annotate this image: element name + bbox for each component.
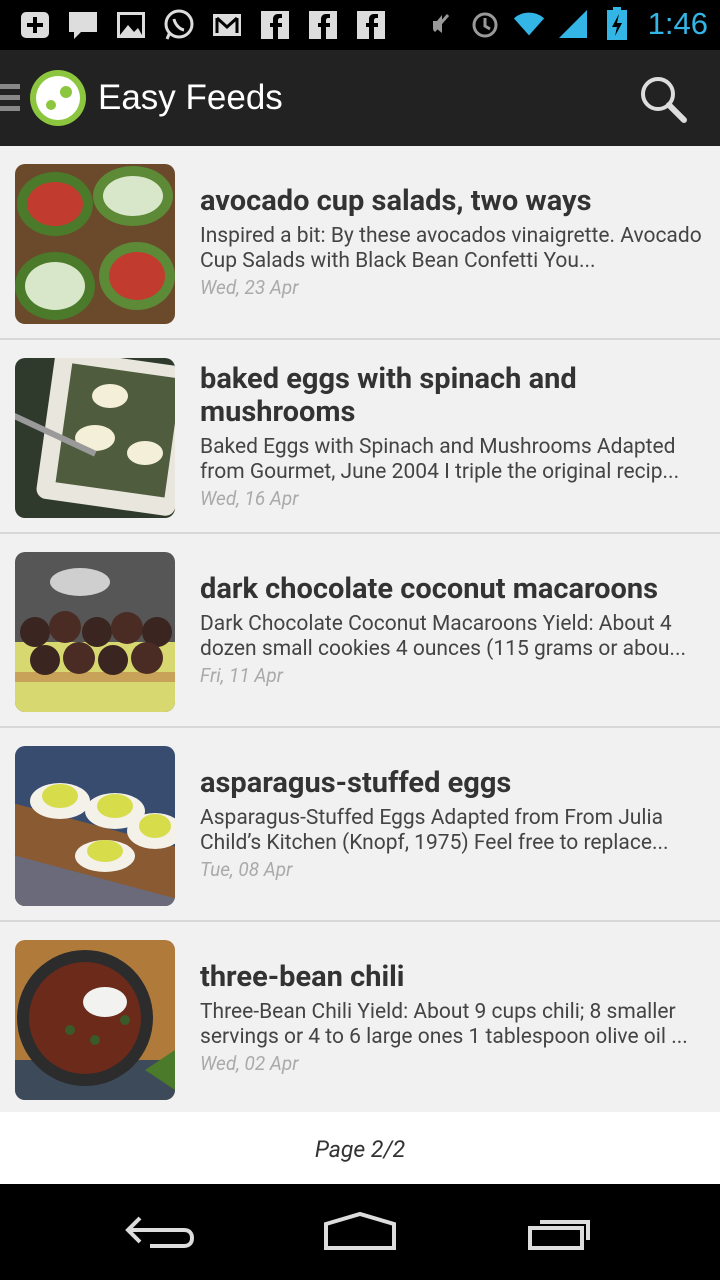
recent-apps-icon	[528, 1220, 590, 1250]
alarm-icon	[468, 7, 502, 41]
system-icons: 1:46	[424, 6, 708, 42]
action-bar: Easy Feeds	[0, 50, 720, 146]
feed-date: Wed, 02 Apr	[200, 1052, 299, 1075]
feed-thumbnail	[15, 358, 175, 518]
feed-item[interactable]: baked eggs with spinach and mushrooms Ba…	[0, 340, 720, 534]
feed-thumbnail	[15, 746, 175, 906]
facebook-icon	[306, 8, 340, 42]
menu-icon[interactable]	[0, 84, 20, 117]
clock: 1:46	[647, 6, 708, 41]
feed-summary: Asparagus-Stuffed Eggs Adapted from From…	[200, 806, 669, 855]
pagination-footer: Page 2/2	[0, 1112, 720, 1184]
feed-date: Fri, 11 Apr	[200, 664, 283, 687]
feed-title: three-bean chili	[200, 960, 405, 994]
search-icon	[641, 77, 687, 123]
feed-item[interactable]: three-bean chili Three-Bean Chili Yield:…	[0, 922, 720, 1114]
feed-summary: Dark Chocolate Coconut Macaroons Yield: …	[200, 612, 687, 661]
home-button[interactable]	[320, 1206, 400, 1256]
app-logo-icon[interactable]	[30, 70, 86, 126]
feed-item[interactable]: dark chocolate coconut macaroons Dark Ch…	[0, 534, 720, 728]
facebook-icon	[354, 8, 388, 42]
feed-date: Wed, 23 Apr	[200, 276, 299, 299]
battery-icon	[600, 7, 634, 41]
feed-item[interactable]: avocado cup salads, two ways Inspired a …	[0, 146, 720, 340]
feed-thumbnail	[15, 164, 175, 324]
feed-title: avocado cup salads, two ways	[200, 184, 592, 218]
feed-thumbnail	[15, 552, 175, 712]
chat-icon	[66, 8, 100, 42]
search-button[interactable]	[636, 72, 690, 126]
image-icon	[114, 8, 148, 42]
wifi-icon	[512, 7, 546, 41]
feed-title: asparagus-stuffed eggs	[200, 766, 512, 800]
feed-list: avocado cup salads, two ways Inspired a …	[0, 146, 720, 1114]
gmail-icon	[210, 8, 244, 42]
feed-summary: Baked Eggs with Spinach and Mushrooms Ad…	[200, 434, 680, 484]
app-title: Easy Feeds	[98, 78, 283, 117]
page-indicator: Page 2/2	[314, 1136, 406, 1163]
status-bar: 1:46	[0, 0, 720, 50]
feed-date: Tue, 08 Apr	[200, 858, 293, 881]
whatsapp-icon	[162, 8, 196, 42]
back-icon	[125, 1216, 195, 1248]
feed-title: dark chocolate coconut macaroons	[200, 572, 659, 606]
feed-summary: Three-Bean Chili Yield: About 9 cups chi…	[200, 1000, 688, 1049]
navigation-bar	[0, 1184, 720, 1280]
home-icon	[324, 1211, 396, 1250]
feed-item[interactable]: asparagus-stuffed eggs Asparagus-Stuffed…	[0, 728, 720, 922]
facebook-icon	[258, 8, 292, 42]
back-button[interactable]	[120, 1206, 200, 1256]
add-icon	[18, 8, 52, 42]
feed-summary: Inspired a bit: By these avocados vinaig…	[200, 224, 702, 273]
recent-apps-button[interactable]	[520, 1206, 600, 1256]
feed-title: baked eggs with spinach and mushrooms	[200, 361, 577, 429]
feed-thumbnail	[15, 940, 175, 1100]
feed-date: Wed, 16 Apr	[200, 486, 299, 510]
signal-icon	[556, 7, 590, 41]
notification-icons	[18, 8, 388, 42]
mute-icon	[424, 7, 458, 41]
